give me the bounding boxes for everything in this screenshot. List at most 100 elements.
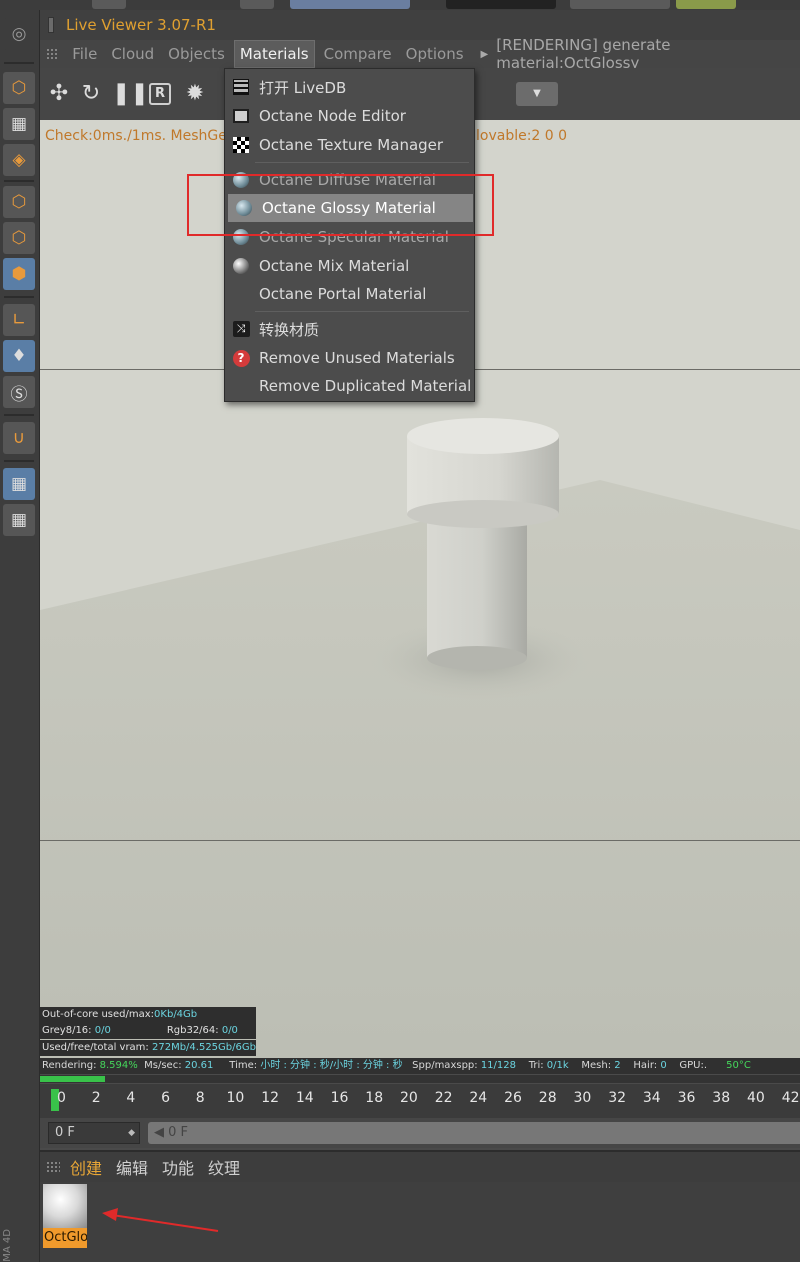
menu-compare[interactable]: Compare: [319, 41, 397, 67]
material-swatch[interactable]: OctGlossy: [43, 1184, 87, 1248]
timeline-tick: 38: [712, 1090, 731, 1106]
octane-logo-icon[interactable]: ✣: [46, 80, 72, 108]
drag-handle-icon[interactable]: [46, 48, 60, 60]
timeline-tick: 36: [677, 1090, 696, 1106]
render-stats-bar: Rendering: 8.594% Ms/sec: 20.61 Time: 小时…: [40, 1058, 800, 1074]
menu-edit[interactable]: 编辑: [116, 1155, 148, 1179]
timeline-tick: 18: [365, 1090, 384, 1106]
menu-objects[interactable]: Objects: [163, 41, 230, 67]
timeline-tick: 6: [161, 1090, 171, 1106]
points-mode-icon[interactable]: ⬡: [3, 186, 35, 218]
timeline-tick: 14: [295, 1090, 314, 1106]
vram-info: Used/free/total vram: 272Mb/4.525Gb/6Gb: [40, 1040, 256, 1056]
edges-mode-icon[interactable]: ⬡: [3, 222, 35, 254]
render-progress-bar: [40, 1075, 800, 1083]
magnet-icon[interactable]: ∪: [3, 422, 35, 454]
menu-divider: [255, 162, 469, 163]
check-status-text-right: lovable:2 0 0: [476, 128, 568, 144]
node-editor-icon: [233, 109, 249, 123]
menu-item-portal-material[interactable]: Octane Portal Material: [225, 280, 474, 308]
material-manager-menu: 创建 编辑 功能 纹理: [40, 1150, 800, 1182]
menu-overflow-icon[interactable]: ▶: [481, 49, 489, 60]
timeline-tick: 8: [195, 1090, 205, 1106]
menu-item-open-livedb[interactable]: 打开 LiveDB: [225, 73, 474, 101]
render-mode-dropdown[interactable]: ▼: [516, 82, 558, 106]
window-grip[interactable]: [48, 17, 54, 33]
stepper-icon[interactable]: ◆: [128, 1123, 135, 1143]
timeline-tick: 42: [781, 1090, 800, 1106]
menu-bar: File Cloud Objects Materials Compare Opt…: [40, 36, 800, 72]
timeline-tick: 20: [400, 1090, 418, 1106]
timeline-tick: 24: [469, 1090, 488, 1106]
question-icon: ?: [232, 349, 250, 367]
timeline-tick: 40: [747, 1090, 765, 1106]
toolbar-button[interactable]: [290, 0, 410, 9]
menu-cloud[interactable]: Cloud: [106, 41, 159, 67]
menu-item-remove-duplicated[interactable]: Remove Duplicated Material: [225, 372, 474, 400]
timeline-tick: 28: [538, 1090, 557, 1106]
refresh-icon[interactable]: ↻: [78, 80, 104, 108]
timeline-tick: 22: [434, 1090, 453, 1106]
timeline-tick: 26: [504, 1090, 522, 1106]
toolbar-button[interactable]: [92, 0, 126, 9]
menu-materials[interactable]: Materials: [233, 40, 315, 68]
frame-slider[interactable]: ◀ 0 F: [148, 1122, 800, 1144]
snap-icon[interactable]: Ⓢ: [3, 376, 35, 408]
timeline-tick: 4: [126, 1090, 136, 1106]
texture-count-info: Grey8/16: 0/0 Rgb32/64: 0/0: [40, 1023, 256, 1039]
menu-texture[interactable]: 纹理: [208, 1155, 240, 1179]
toolbar-button[interactable]: [676, 0, 736, 9]
annotation-arrow-icon: [102, 1208, 219, 1232]
model-mode-icon[interactable]: ⬡: [3, 72, 35, 104]
slider-handle-icon[interactable]: ◀: [154, 1125, 164, 1140]
timeline-tick: 16: [330, 1090, 349, 1106]
polygons-mode-icon[interactable]: ⬢: [3, 258, 35, 290]
timeline-tick: 2: [91, 1090, 101, 1106]
settings-icon[interactable]: ✹: [182, 80, 208, 108]
timeline-tick: 0: [57, 1090, 66, 1106]
timeline-ruler[interactable]: 0 2 4 6 8 10 12 14 16 18 20 22 24 26 28 30 32 34 36 38 40 42: [40, 1084, 800, 1118]
menu-file[interactable]: File: [67, 41, 102, 67]
drag-handle-icon[interactable]: [46, 1161, 60, 1173]
check-status-text: Check:0ms./1ms. MeshGe: [45, 128, 227, 144]
outofcore-info: Out-of-core used/max:0Kb/4Gb: [40, 1007, 256, 1023]
tweak-icon[interactable]: ♦: [3, 340, 35, 372]
menu-item-mix-material[interactable]: Octane Mix Material: [225, 252, 474, 280]
toolbar-button[interactable]: [240, 0, 274, 9]
menu-item-convert-materials[interactable]: ⤨ 转换材质: [225, 315, 474, 343]
frame-controls: 0 F ◆ ◀ 0 F: [40, 1118, 800, 1148]
shuffle-icon: ⤨: [232, 321, 250, 337]
chevron-down-icon: ▼: [533, 88, 541, 99]
menu-divider: [255, 311, 469, 312]
material-preview-sphere: [43, 1184, 87, 1228]
checker-icon: [233, 137, 249, 153]
timeline-tick: 34: [642, 1090, 661, 1106]
menu-item-remove-unused[interactable]: ? Remove Unused Materials: [225, 344, 474, 372]
toolbar-button[interactable]: [446, 0, 556, 9]
grid-icon: [233, 79, 249, 95]
timeline-tick: 30: [573, 1090, 592, 1106]
current-frame-field[interactable]: 0 F ◆: [48, 1122, 140, 1144]
texture-mode-icon[interactable]: ▦: [3, 108, 35, 140]
timeline-tick: 12: [261, 1090, 280, 1106]
main-toolbar-strip: [0, 0, 800, 10]
highlight-box: [187, 174, 494, 236]
lock-grid-icon[interactable]: ▦: [3, 468, 35, 500]
window-title: Live Viewer 3.07-R1: [66, 16, 216, 34]
menu-create[interactable]: 创建: [70, 1155, 102, 1179]
menu-options[interactable]: Options: [401, 41, 469, 67]
render-status: [RENDERING] generate material:OctGlossy: [496, 36, 671, 72]
toolbar-button[interactable]: [570, 0, 670, 9]
pause-icon[interactable]: ❚❚: [112, 80, 149, 108]
guide-line: [40, 840, 800, 841]
axis-icon[interactable]: ∟: [3, 304, 35, 336]
menu-item-node-editor[interactable]: Octane Node Editor: [225, 102, 474, 130]
menu-item-texture-manager[interactable]: Octane Texture Manager: [225, 131, 474, 159]
timeline-tick: 10: [226, 1090, 245, 1106]
mix-sphere-icon: [233, 258, 249, 274]
timeline-tick: 32: [608, 1090, 627, 1106]
menu-function[interactable]: 功能: [162, 1155, 194, 1179]
grid-sync-icon[interactable]: ▦: [3, 504, 35, 536]
workplane-icon[interactable]: ◈: [3, 144, 35, 176]
r-icon[interactable]: R: [149, 83, 171, 105]
